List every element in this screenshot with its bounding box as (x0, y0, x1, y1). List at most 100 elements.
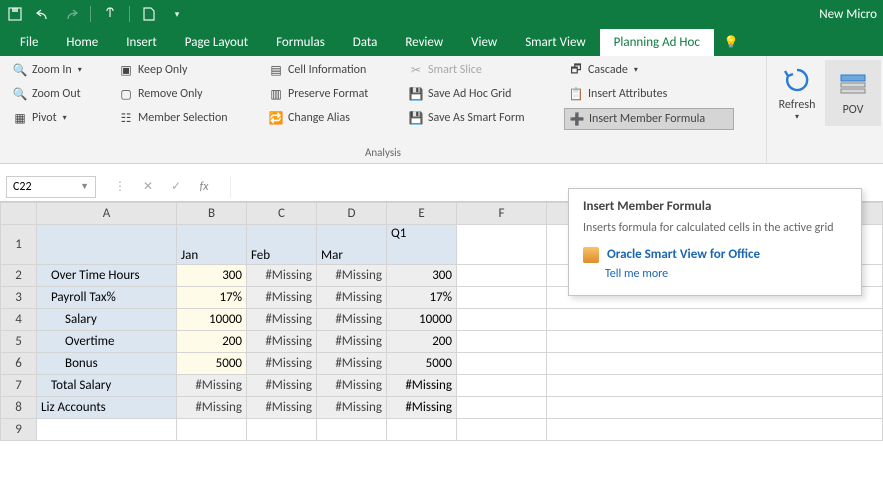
cell-B8[interactable]: #Missing (177, 397, 247, 419)
cell-F7[interactable] (457, 375, 547, 397)
cell-F5[interactable] (457, 331, 547, 353)
cascade-button[interactable]: 🗗Cascade ▾ (564, 60, 734, 80)
cell-E6[interactable]: 5000 (387, 353, 457, 375)
cell-B3[interactable]: 17% (177, 287, 247, 309)
col-header-E[interactable]: E (387, 203, 457, 225)
cell-F6[interactable] (457, 353, 547, 375)
cell-D2[interactable]: #Missing (317, 265, 387, 287)
zoom-in-button[interactable]: 🔍Zoom In ▾ (8, 60, 104, 80)
cell-D8[interactable]: #Missing (317, 397, 387, 419)
new-doc-icon[interactable] (140, 5, 158, 23)
cell-B7[interactable]: #Missing (177, 375, 247, 397)
cell-B1[interactable]: Jan (177, 225, 247, 265)
cell-B6[interactable]: 5000 (177, 353, 247, 375)
cell-D5[interactable]: #Missing (317, 331, 387, 353)
cell-F9[interactable] (457, 419, 547, 441)
cell-C2[interactable]: #Missing (247, 265, 317, 287)
refresh-button[interactable]: Refresh ▾ (769, 60, 825, 126)
save-icon[interactable] (6, 5, 24, 23)
undo-icon[interactable] (34, 5, 52, 23)
row-header-4[interactable]: 4 (1, 309, 37, 331)
tell-me-icon[interactable]: 💡 (718, 29, 745, 56)
pivot-button[interactable]: ▦Pivot ▾ (8, 108, 104, 128)
row-header-7[interactable]: 7 (1, 375, 37, 397)
row-header-9[interactable]: 9 (1, 419, 37, 441)
tab-page-layout[interactable]: Page Layout (171, 29, 262, 56)
enter-formula-icon[interactable]: ✓ (168, 179, 184, 194)
change-alias-button[interactable]: 🔁Change Alias (264, 108, 394, 128)
col-header-C[interactable]: C (247, 203, 317, 225)
tell-me-more-link[interactable]: Tell me more (605, 267, 847, 281)
cell-B2[interactable]: 300 (177, 265, 247, 287)
tab-view[interactable]: View (457, 29, 511, 56)
cell-C3[interactable]: #Missing (247, 287, 317, 309)
save-smart-form-button[interactable]: 💾Save As Smart Form (404, 108, 554, 128)
cell-E2[interactable]: 300 (387, 265, 457, 287)
cell-B5[interactable]: 200 (177, 331, 247, 353)
select-all-corner[interactable] (1, 203, 37, 225)
row-header-8[interactable]: 8 (1, 397, 37, 419)
cell-A8[interactable]: Liz Accounts (37, 397, 177, 419)
tab-home[interactable]: Home (52, 29, 112, 56)
zoom-out-button[interactable]: 🔍Zoom Out (8, 84, 104, 104)
tab-planning-adhoc[interactable]: Planning Ad Hoc (600, 29, 714, 56)
insert-member-formula-button[interactable]: ➕Insert Member Formula (564, 108, 734, 130)
cell-E4[interactable]: 10000 (387, 309, 457, 331)
cell-D4[interactable]: #Missing (317, 309, 387, 331)
remove-only-button[interactable]: ▢Remove Only (114, 84, 254, 104)
tab-data[interactable]: Data (339, 29, 392, 56)
name-box[interactable]: C22▼ (6, 176, 96, 198)
preserve-format-button[interactable]: ▥Preserve Format (264, 84, 394, 104)
row-header-1[interactable]: 1 (1, 225, 37, 265)
fx-icon[interactable]: fx (196, 180, 212, 194)
cell-A1[interactable] (37, 225, 177, 265)
tab-file[interactable]: File (6, 29, 52, 56)
qat-customize-icon[interactable]: ▾ (168, 5, 186, 23)
cell-C6[interactable]: #Missing (247, 353, 317, 375)
cell-C9[interactable] (247, 419, 317, 441)
cell-D3[interactable]: #Missing (317, 287, 387, 309)
cell-B4[interactable]: 10000 (177, 309, 247, 331)
screentip-help-link[interactable]: Oracle Smart View for Office (583, 247, 847, 263)
cell-F3[interactable] (457, 287, 547, 309)
save-adhoc-grid-button[interactable]: 💾Save Ad Hoc Grid (404, 84, 554, 104)
tab-insert[interactable]: Insert (112, 29, 171, 56)
cell-F4[interactable] (457, 309, 547, 331)
col-header-F[interactable]: F (457, 203, 547, 225)
cell-A7[interactable]: Total Salary (37, 375, 177, 397)
chevron-down-icon[interactable]: ▼ (80, 181, 89, 192)
cell-information-button[interactable]: ▤Cell Information (264, 60, 394, 80)
cell-A9[interactable] (37, 419, 177, 441)
cell-D9[interactable] (317, 419, 387, 441)
touch-mode-icon[interactable] (101, 5, 119, 23)
row-header-2[interactable]: 2 (1, 265, 37, 287)
col-header-A[interactable]: A (37, 203, 177, 225)
tab-formulas[interactable]: Formulas (262, 29, 339, 56)
row-header-3[interactable]: 3 (1, 287, 37, 309)
row-header-6[interactable]: 6 (1, 353, 37, 375)
cell-A5[interactable]: Overtime (37, 331, 177, 353)
cell-E3[interactable]: 17% (387, 287, 457, 309)
cell-C5[interactable]: #Missing (247, 331, 317, 353)
cell-E8[interactable]: #Missing (387, 397, 457, 419)
col-header-D[interactable]: D (317, 203, 387, 225)
cell-C4[interactable]: #Missing (247, 309, 317, 331)
cell-E7[interactable]: #Missing (387, 375, 457, 397)
cell-E1[interactable]: Q1 (387, 225, 457, 265)
col-header-B[interactable]: B (177, 203, 247, 225)
pov-button[interactable]: POV (825, 60, 881, 126)
cell-A2[interactable]: Over Time Hours (37, 265, 177, 287)
tab-review[interactable]: Review (391, 29, 457, 56)
cell-C8[interactable]: #Missing (247, 397, 317, 419)
redo-icon[interactable] (62, 5, 80, 23)
cell-A4[interactable]: Salary (37, 309, 177, 331)
cancel-formula-icon[interactable]: ✕ (140, 179, 156, 194)
insert-attributes-button[interactable]: 📋Insert Attributes (564, 84, 734, 104)
cell-C1[interactable]: Feb (247, 225, 317, 265)
row-header-5[interactable]: 5 (1, 331, 37, 353)
tab-smart-view[interactable]: Smart View (511, 29, 599, 56)
cell-D6[interactable]: #Missing (317, 353, 387, 375)
cell-A3[interactable]: Payroll Tax% (37, 287, 177, 309)
cell-D7[interactable]: #Missing (317, 375, 387, 397)
cell-F1[interactable] (457, 225, 547, 265)
